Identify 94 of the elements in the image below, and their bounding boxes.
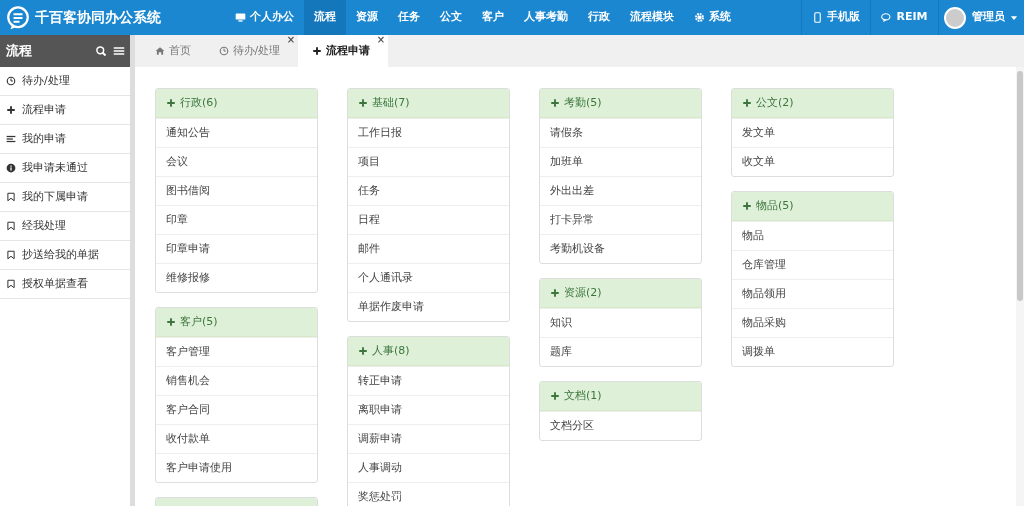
panel-item[interactable]: 日程 xyxy=(348,205,509,234)
nav-item[interactable]: 任务 xyxy=(387,0,430,35)
panel-item[interactable]: 物品 xyxy=(732,221,893,250)
list-icon xyxy=(6,134,16,144)
phone-icon xyxy=(812,12,824,23)
panel-item[interactable]: 打卡异常 xyxy=(540,205,701,234)
scrollbar-thumb[interactable] xyxy=(1017,71,1023,301)
close-icon[interactable]: × xyxy=(376,35,386,45)
panel-item[interactable]: 印章 xyxy=(156,205,317,234)
panel-title: 客户(5) xyxy=(180,313,218,330)
panel-item[interactable]: 项目 xyxy=(348,147,509,176)
panel-item[interactable]: 仓库管理 xyxy=(732,250,893,279)
nav-item[interactable]: 公文 xyxy=(429,0,472,35)
nav-item[interactable]: 流程 xyxy=(303,0,346,35)
panel-item[interactable]: 会议 xyxy=(156,147,317,176)
avatar[interactable] xyxy=(944,6,966,29)
plus-icon xyxy=(166,317,176,327)
tab[interactable]: 首页 xyxy=(140,35,205,67)
panel-title: 公文(2) xyxy=(756,94,794,111)
chat-bubble-logo-icon xyxy=(5,5,30,30)
panel-item[interactable]: 奖惩处罚 xyxy=(348,482,509,506)
panel-item[interactable]: 调薪申请 xyxy=(348,424,509,453)
close-icon[interactable]: × xyxy=(286,35,296,45)
panel-item[interactable]: 个人通讯录 xyxy=(348,263,509,292)
panel-item[interactable]: 通知公告 xyxy=(156,118,317,147)
panel-item[interactable]: 客户申请使用 xyxy=(156,453,317,482)
bookmark-icon xyxy=(6,279,16,289)
panel-title: 文档(1) xyxy=(564,387,602,404)
nav-item[interactable]: 行政 xyxy=(577,0,620,35)
panel-item[interactable]: 知识 xyxy=(540,308,701,337)
settings-icon xyxy=(693,12,705,23)
plus-icon xyxy=(6,105,16,115)
nav-item[interactable]: 流程模块 xyxy=(619,0,684,35)
panel-title: 考勤(5) xyxy=(564,94,602,111)
nav-item[interactable]: 个人办公 xyxy=(224,0,304,35)
sidebar-title: 流程 xyxy=(5,42,32,61)
panel-item[interactable]: 外出出差 xyxy=(540,176,701,205)
nav-item[interactable]: 系统 xyxy=(683,0,741,35)
panel-title: 人事(8) xyxy=(372,342,410,359)
panel-item[interactable]: 单据作废申请 xyxy=(348,292,509,321)
panel-item[interactable]: 发文单 xyxy=(732,118,893,147)
panel-item[interactable]: 考勤机设备 xyxy=(540,234,701,263)
tab[interactable]: 待办/处理 × xyxy=(204,35,299,67)
clock-icon xyxy=(218,46,229,56)
panel-title: 物品(5) xyxy=(756,197,794,214)
panel-item[interactable]: 邮件 xyxy=(348,234,509,263)
plus-icon xyxy=(312,46,323,56)
panel-title: 行政(6) xyxy=(180,94,218,111)
panel-item[interactable]: 收文单 xyxy=(732,147,893,176)
panel-item[interactable]: 客户合同 xyxy=(156,395,317,424)
info-icon xyxy=(6,163,16,173)
panel-item[interactable]: 维修报修 xyxy=(156,263,317,292)
plus-icon xyxy=(550,98,560,108)
panel-item[interactable]: 客户管理 xyxy=(156,337,317,366)
panel-title: 资源(2) xyxy=(564,284,602,301)
panel-item[interactable]: 工作日报 xyxy=(348,118,509,147)
panel-item[interactable]: 收付款单 xyxy=(156,424,317,453)
panel-item[interactable]: 文档分区 xyxy=(540,411,701,440)
bookmark-icon xyxy=(6,192,16,202)
panel-item[interactable]: 人事调动 xyxy=(348,453,509,482)
bookmark-icon xyxy=(6,221,16,231)
search-icon xyxy=(95,45,107,57)
plus-icon xyxy=(166,98,176,108)
plus-icon xyxy=(550,288,560,298)
user-menu[interactable]: 管理员 xyxy=(971,0,1019,35)
plus-icon xyxy=(742,201,752,211)
app-title: 千百客协同办公系统 xyxy=(35,8,161,27)
tab[interactable]: 流程申请 × xyxy=(298,35,389,67)
plus-icon xyxy=(358,346,368,356)
plus-icon xyxy=(358,98,368,108)
panel-item[interactable]: 销售机会 xyxy=(156,366,317,395)
panel-item[interactable]: 离职申请 xyxy=(348,395,509,424)
menu-icon xyxy=(112,45,125,57)
panel-item[interactable]: 物品领用 xyxy=(732,279,893,308)
bookmark-icon xyxy=(6,250,16,260)
panel-item[interactable]: 转正申请 xyxy=(348,366,509,395)
panel-title: 基础(7) xyxy=(372,94,410,111)
panel-item[interactable]: 印章申请 xyxy=(156,234,317,263)
plus-icon xyxy=(742,98,752,108)
panel-item[interactable]: 图书借阅 xyxy=(156,176,317,205)
nav-item[interactable]: 资源 xyxy=(345,0,388,35)
clock-icon xyxy=(6,76,16,86)
panel-item[interactable]: 题库 xyxy=(540,337,701,366)
panel-item[interactable]: 任务 xyxy=(348,176,509,205)
plus-icon xyxy=(550,391,560,401)
nav-item[interactable]: 人事考勤 xyxy=(513,0,578,35)
panel-item[interactable]: 物品采购 xyxy=(732,308,893,337)
monitor-icon xyxy=(234,12,246,23)
panel-item[interactable]: 请假条 xyxy=(540,118,701,147)
chat-icon xyxy=(881,12,893,23)
panel-item[interactable]: 加班单 xyxy=(540,147,701,176)
panel-item[interactable]: 调拨单 xyxy=(732,337,893,366)
home-icon xyxy=(154,46,165,56)
nav-item[interactable]: 客户 xyxy=(471,0,514,35)
